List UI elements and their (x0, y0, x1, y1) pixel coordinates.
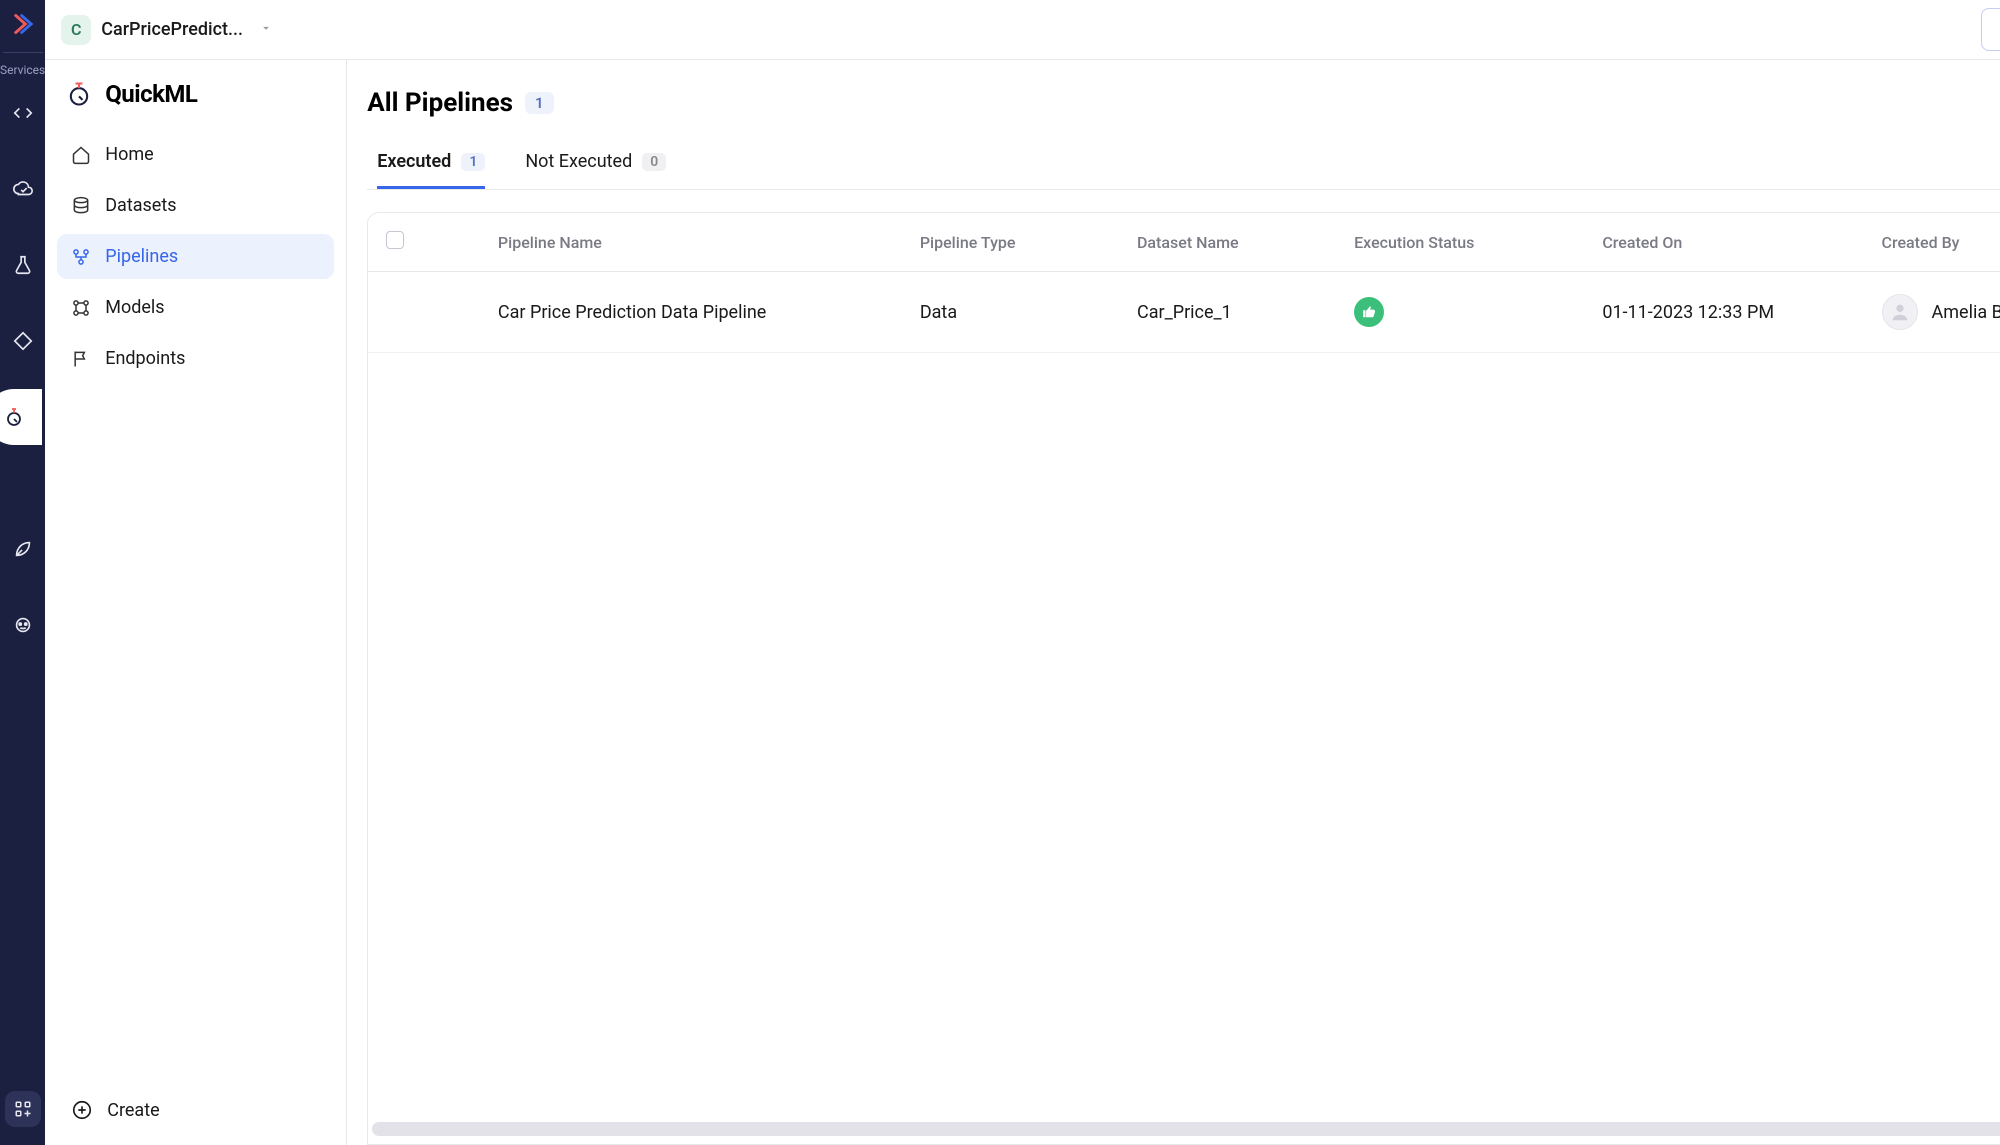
quickml-logo-icon (65, 80, 93, 108)
sidebar-brand: QuickML (57, 80, 334, 132)
cell-dataset-name: Car_Price_1 (1119, 272, 1336, 353)
tab-count-badge: 1 (461, 153, 485, 171)
project-name: CarPricePredict... (101, 19, 243, 40)
apps-grid-icon[interactable] (5, 1091, 41, 1127)
tabs: Executed 1 Not Executed 0 (367, 151, 2000, 190)
col-created-on[interactable]: Created On (1584, 213, 1863, 272)
col-dataset-name[interactable]: Dataset Name (1119, 213, 1336, 272)
database-icon (71, 196, 91, 216)
main-content: All Pipelines 1 Create Pipeline Executed… (347, 60, 2000, 1145)
created-by-name: Amelia Burr... (1932, 302, 2000, 323)
pipeline-count-badge: 1 (525, 92, 554, 114)
topbar: C CarPricePredict... Deploy to Productio… (45, 0, 2000, 60)
tab-label: Executed (377, 151, 451, 172)
page-title: All Pipelines (367, 88, 513, 118)
service-flask-icon[interactable] (5, 247, 41, 283)
service-quickml-icon[interactable] (5, 399, 41, 435)
home-icon (71, 145, 91, 165)
service-bot-icon[interactable] (5, 607, 41, 643)
models-icon (71, 298, 91, 318)
col-pipeline-name[interactable]: Pipeline Name (480, 213, 902, 272)
sidebar-item-datasets[interactable]: Datasets (57, 183, 334, 228)
create-label: Create (107, 1100, 159, 1121)
sidebar-item-models[interactable]: Models (57, 285, 334, 330)
table-row[interactable]: Car Price Prediction Data Pipeline Data … (368, 272, 2000, 353)
flag-icon (71, 349, 91, 369)
cell-pipeline-name: Car Price Prediction Data Pipeline (480, 272, 902, 353)
pipeline-icon (71, 247, 91, 267)
rail-divider (3, 52, 43, 53)
cell-created-by: Amelia Burr... (1882, 294, 2000, 330)
sidebar: QuickML Home Datasets Pipelines Models E… (45, 60, 347, 1145)
col-pipeline-type[interactable]: Pipeline Type (902, 213, 1119, 272)
tab-count-badge: 0 (642, 153, 666, 171)
col-execution-status[interactable]: Execution Status (1336, 213, 1584, 272)
cell-created-on: 01-11-2023 12:33 PM (1584, 272, 1863, 353)
chevron-down-icon (259, 20, 273, 39)
sidebar-item-label: Datasets (105, 195, 176, 216)
tab-executed[interactable]: Executed 1 (377, 151, 485, 189)
table-header-row: Pipeline Name Pipeline Type Dataset Name… (368, 213, 2000, 272)
sidebar-item-label: Endpoints (105, 348, 185, 369)
create-button[interactable]: Create (57, 1083, 334, 1145)
service-leaf-icon[interactable] (5, 531, 41, 567)
plus-circle-icon (71, 1099, 93, 1121)
col-created-by[interactable]: Created By (1864, 213, 2000, 272)
services-label: Services (0, 63, 45, 77)
service-code-icon[interactable] (5, 95, 41, 131)
sidebar-item-label: Pipelines (105, 246, 178, 267)
user-avatar-icon (1882, 294, 1918, 330)
service-cloud-icon[interactable] (5, 171, 41, 207)
sidebar-item-endpoints[interactable]: Endpoints (57, 336, 334, 381)
sidebar-item-label: Models (105, 297, 164, 318)
table-scroll[interactable]: Pipeline Name Pipeline Type Dataset Name… (368, 213, 2000, 1144)
sidebar-item-pipelines[interactable]: Pipelines (57, 234, 334, 279)
product-logo-icon (7, 8, 39, 40)
tab-not-executed[interactable]: Not Executed 0 (525, 151, 666, 189)
app-shell: C CarPricePredict... Deploy to Productio… (45, 0, 2000, 1145)
brand-name: QuickML (105, 80, 197, 108)
workspace: QuickML Home Datasets Pipelines Models E… (45, 60, 2000, 1145)
pipelines-table: Pipeline Name Pipeline Type Dataset Name… (367, 212, 2000, 1145)
service-diamond-icon[interactable] (5, 323, 41, 359)
tab-label: Not Executed (525, 151, 632, 172)
horizontal-scrollbar[interactable] (372, 1122, 2000, 1136)
select-all-checkbox[interactable] (386, 231, 404, 249)
services-rail: Services (0, 0, 45, 1145)
status-success-icon (1354, 297, 1384, 327)
deploy-to-production-button[interactable]: Deploy to Production (1981, 8, 2000, 51)
project-selector[interactable]: C CarPricePredict... (61, 15, 273, 45)
page-header: All Pipelines 1 Create Pipeline (367, 80, 2000, 125)
sidebar-item-label: Home (105, 144, 153, 165)
sidebar-item-home[interactable]: Home (57, 132, 334, 177)
cell-pipeline-type: Data (902, 272, 1119, 353)
project-badge: C (61, 15, 91, 45)
